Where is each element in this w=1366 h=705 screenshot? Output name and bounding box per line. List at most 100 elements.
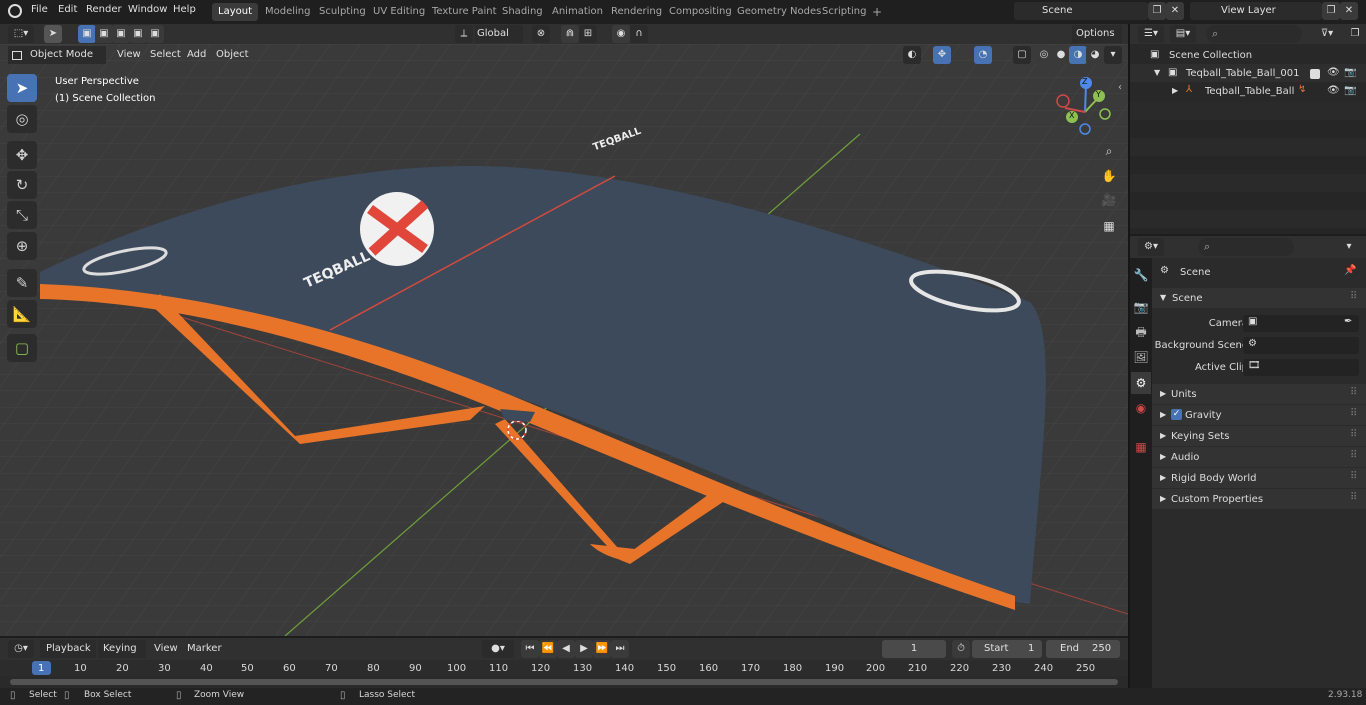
visibility-icon[interactable]: ◐ bbox=[903, 46, 921, 64]
timeline-editor-type-icon[interactable]: ◷▾ bbox=[8, 640, 34, 658]
snap-icon[interactable]: ⋒ bbox=[561, 25, 579, 43]
delete-view-layer-icon[interactable]: ✕ bbox=[1340, 2, 1358, 20]
properties-editor-type-icon[interactable]: ⚙▾ bbox=[1138, 238, 1164, 256]
object-mode-dropdown[interactable]: Object Mode bbox=[8, 46, 106, 64]
drag-handle-icon[interactable]: ⠿ bbox=[1350, 387, 1357, 398]
scene-selector[interactable]: Scene bbox=[1014, 2, 1148, 20]
select-extend-icon[interactable]: ▣ bbox=[95, 25, 113, 43]
menu-file[interactable]: File bbox=[31, 4, 48, 15]
drag-handle-icon[interactable]: ⠿ bbox=[1350, 471, 1357, 482]
timeline-menu-marker[interactable]: Marker bbox=[187, 640, 222, 658]
shading-rendered-icon[interactable]: ◕ bbox=[1086, 46, 1104, 64]
tab-texture-paint[interactable]: Texture Paint bbox=[426, 3, 503, 21]
record-icon[interactable]: ●▾ bbox=[482, 640, 514, 658]
snap-target-icon[interactable]: ⊞ bbox=[579, 25, 597, 43]
tab-sculpting[interactable]: Sculpting bbox=[313, 3, 372, 21]
gizmo-toggle-icon[interactable]: ✥ bbox=[933, 46, 951, 64]
menu-view[interactable]: View bbox=[117, 46, 141, 64]
tab-shading[interactable]: Shading bbox=[496, 3, 549, 21]
camera-field[interactable] bbox=[1243, 315, 1359, 332]
outliner-editor-type-icon[interactable]: ☰▾ bbox=[1138, 25, 1164, 43]
move-tool-icon[interactable]: ✥ bbox=[7, 141, 37, 169]
outliner-row-object[interactable]: ▶ ⅄ Teqball_Table_Ball ↯ 👁 📷 bbox=[1130, 82, 1366, 102]
collapse-arrow-icon[interactable]: ▼ bbox=[1160, 293, 1166, 302]
eye-icon[interactable]: 👁 bbox=[1327, 67, 1340, 78]
menu-help[interactable]: Help bbox=[173, 4, 196, 15]
expand-arrow-icon[interactable]: ▶ bbox=[1160, 473, 1166, 482]
jump-start-icon[interactable]: ⏮ bbox=[521, 640, 539, 658]
shading-options-icon[interactable]: ▾ bbox=[1104, 46, 1122, 64]
expand-arrow-icon[interactable]: ▶ bbox=[1160, 452, 1166, 461]
render-tab-icon[interactable]: 📷 bbox=[1131, 296, 1151, 318]
menu-add[interactable]: Add bbox=[187, 46, 206, 64]
editor-type-icon[interactable]: ⬚▾ bbox=[8, 25, 34, 43]
tab-uv-editing[interactable]: UV Editing bbox=[367, 3, 431, 21]
xray-icon[interactable]: ▢ bbox=[1013, 46, 1031, 64]
annotate-tool-icon[interactable]: ✎ bbox=[7, 269, 37, 297]
expand-arrow-icon[interactable]: ▶ bbox=[1160, 431, 1166, 440]
timeline-menu-view[interactable]: View bbox=[154, 640, 178, 658]
expand-arrow-icon[interactable]: ▶ bbox=[1160, 410, 1166, 419]
next-keyframe-icon[interactable]: ⏩ bbox=[593, 640, 611, 658]
units-panel-header[interactable]: ▶ Units ⠿ bbox=[1152, 384, 1366, 404]
timeline[interactable]: 1 10 20 30 40 50 60 70 80 90 100 110 120… bbox=[0, 660, 1128, 688]
filter-icon[interactable]: ⊽▾ bbox=[1318, 25, 1336, 43]
include-checkbox[interactable] bbox=[1310, 69, 1320, 79]
zoom-icon[interactable]: ⌕ bbox=[1098, 140, 1120, 162]
drag-handle-icon[interactable]: ⠿ bbox=[1350, 450, 1357, 461]
camera-render-icon[interactable]: 📷 bbox=[1344, 85, 1356, 96]
transform-tool-icon[interactable]: ⊕ bbox=[7, 232, 37, 260]
expand-arrow-icon[interactable]: ▼ bbox=[1154, 68, 1160, 77]
3d-viewport[interactable]: TEQBALL TEQBALL User Perspective (1) Sce… bbox=[0, 44, 1128, 636]
orientation-icon[interactable]: ⟂ bbox=[455, 25, 473, 43]
tab-layout[interactable]: Layout bbox=[212, 3, 258, 21]
pan-hand-icon[interactable]: ✋ bbox=[1098, 165, 1120, 187]
menu-select[interactable]: Select bbox=[150, 46, 181, 64]
scene-tab-icon[interactable]: ⚙ bbox=[1131, 372, 1151, 394]
background-scene-field[interactable] bbox=[1243, 337, 1359, 354]
gravity-panel-header[interactable]: ▶ ✓ Gravity ⠿ bbox=[1152, 405, 1366, 425]
tab-modeling[interactable]: Modeling bbox=[259, 3, 317, 21]
preview-range-icon[interactable]: ⏱ bbox=[952, 640, 970, 658]
sidebar-toggle-icon[interactable]: ‹ bbox=[1118, 82, 1122, 93]
playback-dropdown[interactable]: Playback bbox=[40, 640, 96, 658]
overlay-toggle-icon[interactable]: ◔ bbox=[974, 46, 992, 64]
tab-animation[interactable]: Animation bbox=[546, 3, 609, 21]
menu-window[interactable]: Window bbox=[128, 4, 167, 15]
custom-properties-panel-header[interactable]: ▶ Custom Properties ⠿ bbox=[1152, 489, 1366, 509]
display-mode-icon[interactable]: ▤▾ bbox=[1170, 25, 1196, 43]
tool-tab-icon[interactable]: 🔧 bbox=[1131, 264, 1151, 286]
rigid-body-world-panel-header[interactable]: ▶ Rigid Body World ⠿ bbox=[1152, 468, 1366, 488]
properties-options-icon[interactable]: ▾ bbox=[1340, 238, 1358, 256]
measure-tool-icon[interactable]: 📐 bbox=[7, 300, 37, 328]
view-layer-tab-icon[interactable]: 🖼 bbox=[1131, 346, 1151, 368]
scene-panel-header[interactable]: ▼ Scene ⠿ bbox=[1152, 288, 1366, 308]
options-dropdown[interactable]: Options bbox=[1072, 25, 1122, 43]
navigation-gizmo[interactable]: Z Y X bbox=[1050, 72, 1120, 142]
new-collection-icon[interactable]: ❐ bbox=[1346, 25, 1364, 43]
scale-tool-icon[interactable]: ⤡ bbox=[7, 201, 37, 229]
select-subtract-icon[interactable]: ▣ bbox=[112, 25, 130, 43]
gravity-checkbox[interactable]: ✓ bbox=[1171, 409, 1182, 420]
play-reverse-icon[interactable]: ◀ bbox=[557, 640, 575, 658]
eyedropper-icon[interactable]: ✒ bbox=[1344, 316, 1352, 327]
viewport-scene[interactable] bbox=[0, 44, 1128, 636]
select-intersect-icon[interactable]: ▣ bbox=[146, 25, 164, 43]
expand-arrow-icon[interactable]: ▶ bbox=[1160, 389, 1166, 398]
keying-dropdown[interactable]: Keying bbox=[98, 640, 146, 658]
prev-keyframe-icon[interactable]: ⏪ bbox=[539, 640, 557, 658]
outliner-row-collection[interactable]: ▼ ▣ Teqball_Table_Ball_001 👁 📷 bbox=[1130, 64, 1366, 84]
shading-solid-icon[interactable]: ● bbox=[1052, 46, 1070, 64]
outliner-row-scene-collection[interactable]: ▣ Scene Collection bbox=[1130, 46, 1366, 66]
select-mode-icon[interactable]: ➤ bbox=[44, 25, 62, 43]
menu-edit[interactable]: Edit bbox=[58, 4, 77, 15]
menu-render[interactable]: Render bbox=[86, 4, 122, 15]
select-invert-icon[interactable]: ▣ bbox=[129, 25, 147, 43]
timeline-scrollbar[interactable] bbox=[10, 679, 1118, 685]
current-frame-field[interactable]: 1 bbox=[882, 640, 946, 658]
falloff-icon[interactable]: ∩ bbox=[630, 25, 648, 43]
outliner-search-input[interactable] bbox=[1206, 25, 1302, 43]
add-cube-tool-icon[interactable]: ▢ bbox=[7, 334, 37, 362]
audio-panel-header[interactable]: ▶ Audio ⠿ bbox=[1152, 447, 1366, 467]
pin-icon[interactable]: 📌 bbox=[1344, 265, 1356, 276]
